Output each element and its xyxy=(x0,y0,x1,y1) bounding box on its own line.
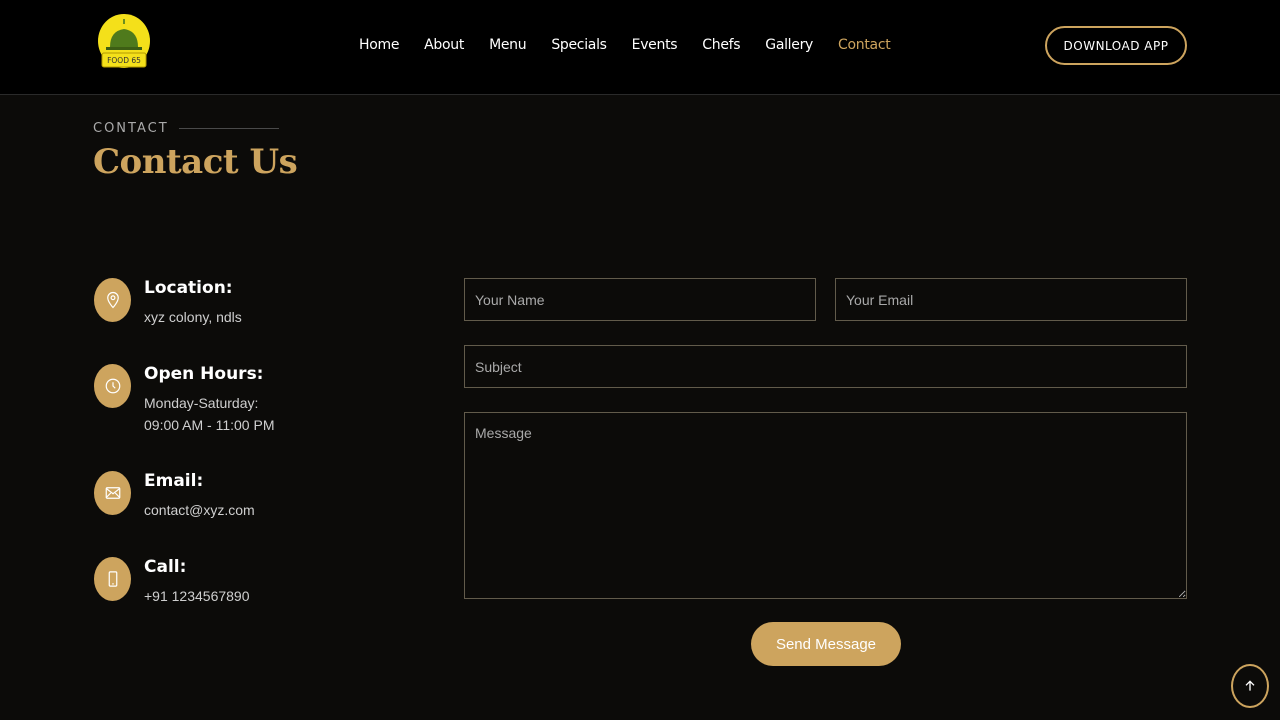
info-location-text: xyz colony, ndls xyxy=(144,306,242,328)
message-textarea[interactable] xyxy=(464,412,1187,599)
section-tag: CONTACT xyxy=(93,121,279,136)
info-location-title: Location: xyxy=(144,278,233,298)
nav-contact[interactable]: Contact xyxy=(838,37,891,53)
logo[interactable]: FOOD 65 xyxy=(96,13,152,71)
page-title: Contact Us xyxy=(93,142,298,182)
info-email-line-1: contact@xyz.com xyxy=(144,502,255,518)
info-open-hours-title: Open Hours: xyxy=(144,364,264,384)
info-email-text: contact@xyz.com xyxy=(144,499,255,521)
arrow-up-icon xyxy=(1245,680,1255,691)
logo-dome-icon: FOOD 65 xyxy=(98,14,150,68)
name-input[interactable] xyxy=(464,278,816,321)
section-tag-divider xyxy=(178,128,279,129)
logo-text: FOOD 65 xyxy=(107,56,141,65)
info-call-line-1: +91 1234567890 xyxy=(144,588,250,604)
section-tag-label: CONTACT xyxy=(93,121,169,136)
email-input[interactable] xyxy=(835,278,1187,321)
nav-menu[interactable]: Menu xyxy=(489,37,527,53)
nav-specials[interactable]: Specials xyxy=(551,37,607,53)
main-nav: Home About Menu Specials Events Chefs Ga… xyxy=(359,0,915,90)
map-pin-icon xyxy=(94,278,131,322)
page: FOOD 65 Home About Menu Specials Events … xyxy=(0,0,1280,720)
phone-icon xyxy=(94,557,131,601)
info-email-title: Email: xyxy=(144,471,204,491)
site-header: FOOD 65 Home About Menu Specials Events … xyxy=(0,0,1280,95)
info-call-text: +91 1234567890 xyxy=(144,585,250,607)
nav-home[interactable]: Home xyxy=(359,37,399,53)
download-app-button[interactable]: DOWNLOAD APP xyxy=(1045,26,1187,65)
info-call-title: Call: xyxy=(144,557,187,577)
nav-events[interactable]: Events xyxy=(632,37,678,53)
info-open-hours-line-1: Monday-Saturday: xyxy=(144,395,259,411)
clock-icon xyxy=(94,364,131,408)
nav-about[interactable]: About xyxy=(424,37,464,53)
back-to-top-button[interactable] xyxy=(1231,664,1269,708)
info-open-hours-text: Monday-Saturday: 09:00 AM - 11:00 PM xyxy=(144,392,274,436)
subject-input[interactable] xyxy=(464,345,1187,388)
envelope-icon xyxy=(94,471,131,515)
info-location-line-1: xyz colony, ndls xyxy=(144,309,242,325)
send-message-button[interactable]: Send Message xyxy=(751,622,901,666)
nav-chefs[interactable]: Chefs xyxy=(702,37,740,53)
info-open-hours-line-2: 09:00 AM - 11:00 PM xyxy=(144,417,275,433)
nav-gallery[interactable]: Gallery xyxy=(765,37,813,53)
